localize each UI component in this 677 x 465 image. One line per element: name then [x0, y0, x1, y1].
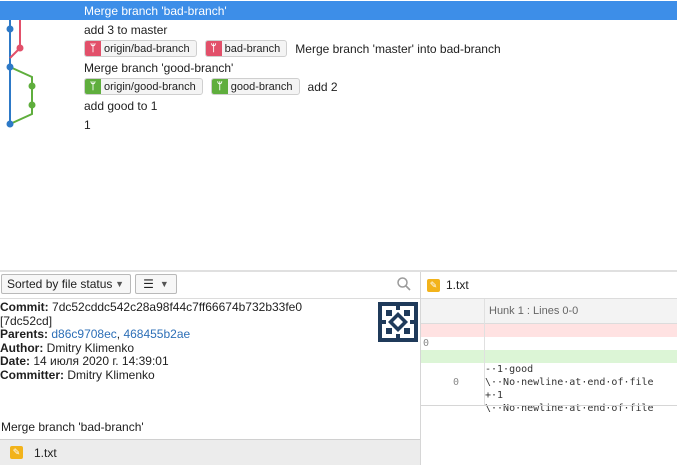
diff-line-added: 0 +·1 — [421, 350, 677, 401]
author-label: Author: — [0, 340, 44, 355]
branch-icon: ᛘ — [85, 79, 101, 94]
author-name: Dmitry Klimenko — [46, 340, 135, 355]
new-line-number: 0 — [453, 377, 460, 388]
commit-row[interactable]: 1 — [0, 115, 677, 134]
diff-header: ✎ 1.txt — [421, 272, 677, 299]
hunk-header: Hunk 1 : Lines 0-0 — [421, 299, 677, 324]
commit-message: 1 — [84, 117, 91, 132]
diff-file-name: 1.txt — [446, 278, 469, 292]
parents-line: Parents: d86c9708ec, 468455b2ae — [0, 327, 191, 341]
commit-full-message: Merge branch 'bad-branch' — [1, 420, 144, 434]
commit-message: add 2 — [307, 79, 338, 94]
branch-ref-label: origin/good-branch — [104, 80, 196, 93]
diff-line-context: \··No·newline·at·end·of·file — [421, 337, 677, 388]
changed-file-name: 1.txt — [34, 445, 57, 460]
commit-row[interactable]: Merge branch 'bad-branch' — [0, 1, 677, 20]
diff-panel: ✎ 1.txt Hunk 1 : Lines 0-0 0 -·1·good \·… — [421, 272, 677, 465]
commit-label: Commit: — [0, 300, 49, 314]
parent-link[interactable]: d86c9708ec — [51, 327, 116, 341]
diff-code: +·1 — [485, 390, 504, 401]
branch-icon: ᛘ — [211, 79, 228, 94]
view-mode-dropdown[interactable]: ☰ ▼ — [135, 274, 177, 294]
parent-link[interactable]: 468455b2ae — [123, 327, 190, 341]
commit-message: Merge branch 'good-branch' — [84, 60, 234, 75]
chevron-down-icon: ▼ — [115, 279, 124, 289]
parents-label: Parents: — [0, 327, 49, 341]
commit-row[interactable]: add good to 1 — [0, 96, 677, 115]
commit-date: 14 июля 2020 г. 14:39:01 — [33, 354, 169, 368]
changed-file-row[interactable]: ✎ 1.txt — [0, 439, 420, 465]
commit-hash: 7dc52cddc542c28a98f44c7ff66674b732b33fe0 — [52, 300, 303, 314]
commit-short-hash: [7dc52cd] — [0, 313, 53, 328]
file-list-toolbar: Sorted by file status ▼ ☰ ▼ — [0, 272, 420, 299]
chevron-down-icon: ▼ — [159, 279, 169, 289]
commit-details: Commit: 7dc52cddc542c28a98f44c7ff66674b7… — [0, 300, 420, 433]
diff-divider — [421, 405, 677, 406]
diff-code: \··No·newline·at·end·of·file — [485, 377, 654, 388]
branch-icon: ᛘ — [205, 41, 222, 56]
branch-ref-label: good-branch — [230, 80, 293, 93]
diff-line-removed: 0 -·1·good — [421, 324, 677, 375]
diff-line-context: \··No·newline·at·end·of·file — [421, 363, 677, 414]
branch-ref-label: bad-branch — [224, 42, 281, 55]
diff-code: \··No·newline·at·end·of·file — [485, 403, 654, 414]
hunk-label: Hunk 1 : Lines 0-0 — [489, 305, 579, 317]
search-icon[interactable] — [396, 276, 412, 292]
commit-row[interactable]: ᛘ origin/bad-branch ᛘ bad-branch Merge bra… — [0, 39, 677, 58]
commit-row[interactable]: add 3 to master — [0, 20, 677, 39]
modified-file-icon: ✎ — [427, 278, 440, 292]
branch-ref[interactable]: ᛘ origin/bad-branch — [84, 40, 197, 57]
modified-file-icon: ✎ — [10, 446, 23, 459]
commit-message: Merge branch 'master' into bad-branch — [295, 41, 501, 56]
commit-message: Merge branch 'bad-branch' — [84, 3, 227, 18]
branch-ref[interactable]: ᛘ origin/good-branch — [84, 78, 203, 95]
branch-ref[interactable]: ᛘ bad-branch — [204, 40, 288, 57]
commit-message: add 3 to master — [84, 22, 168, 37]
sort-dropdown-label: Sorted by file status — [7, 277, 113, 291]
branch-icon: ᛘ — [85, 41, 101, 56]
commit-details-panel: Sorted by file status ▼ ☰ ▼ Commit: 7dc5… — [0, 272, 421, 465]
date-line: Date: 14 июля 2020 г. 14:39:01 — [0, 354, 420, 369]
committer-name: Dmitry Klimenko — [67, 367, 155, 382]
committer-line: Committer: Dmitry Klimenko — [0, 367, 420, 383]
diff-gutter-divider — [484, 299, 485, 405]
committer-label: Committer: — [0, 367, 65, 382]
sort-dropdown[interactable]: Sorted by file status ▼ — [1, 274, 131, 294]
commit-line: Commit: 7dc52cddc542c28a98f44c7ff66674b7… — [0, 300, 420, 315]
avatar — [378, 302, 418, 342]
commit-graph: Merge branch 'bad-branch' add 3 to maste… — [0, 0, 677, 270]
commit-message: add good to 1 — [84, 98, 158, 113]
list-view-icon: ☰ — [143, 277, 154, 291]
commit-row[interactable]: Merge branch 'good-branch' — [0, 58, 677, 77]
date-label: Date: — [0, 354, 31, 368]
branch-ref[interactable]: ᛘ good-branch — [210, 78, 300, 95]
commit-row[interactable]: ᛘ origin/good-branch ᛘ good-branch add 2 — [0, 77, 677, 96]
author-line: Author: Dmitry Klimenko — [0, 340, 420, 356]
branch-ref-label: origin/bad-branch — [104, 42, 190, 55]
